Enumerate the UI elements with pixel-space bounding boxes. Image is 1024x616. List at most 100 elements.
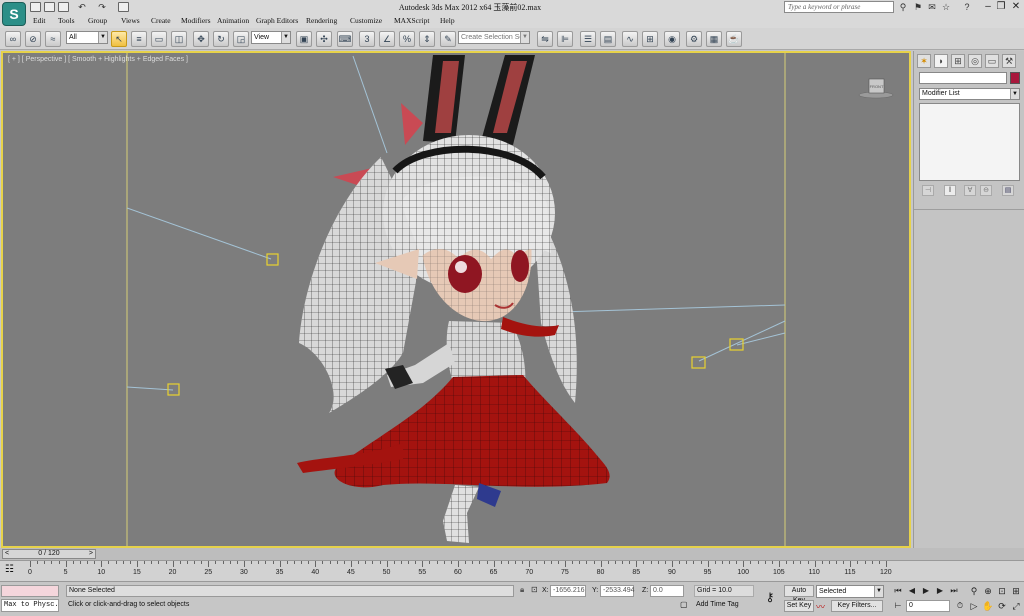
show-end-result-icon[interactable]: ‖ — [944, 185, 956, 196]
save-file-icon[interactable] — [58, 2, 69, 12]
mini-curve-editor-icon[interactable]: ☷ — [5, 564, 14, 575]
slider-next-icon[interactable]: > — [89, 550, 93, 558]
viewport-label[interactable]: [ + ] [ Perspective ] [ Smooth + Highlig… — [8, 56, 188, 63]
key-mode-toggle-icon[interactable]: ⊢ — [892, 600, 904, 611]
subscription-icon[interactable]: ⚑ — [912, 1, 924, 13]
select-and-move-icon[interactable]: ✥ — [193, 31, 209, 47]
modifier-list-dropdown[interactable]: Modifier List ▼ — [919, 88, 1020, 100]
schematic-view-icon[interactable]: ⊞ — [642, 31, 658, 47]
render-setup-icon[interactable]: ⚙ — [686, 31, 702, 47]
character-mesh[interactable] — [3, 53, 909, 546]
favorites-star-icon[interactable]: ☆ — [940, 1, 952, 13]
next-frame-icon[interactable]: ▶ — [934, 585, 946, 596]
keyboard-shortcut-override-icon[interactable]: ⌨ — [337, 31, 353, 47]
set-key-button[interactable]: Set Key — [784, 600, 814, 612]
time-tag-icon[interactable]: ▢ — [680, 600, 690, 612]
binoculars-icon[interactable]: ⚲ — [897, 1, 909, 13]
menu-modifiers[interactable]: Modifiers — [181, 16, 211, 25]
slider-prev-icon[interactable]: < — [5, 550, 9, 558]
select-and-rotate-icon[interactable]: ↻ — [213, 31, 229, 47]
snaps-toggle-icon[interactable]: 3 — [359, 31, 375, 47]
maxscript-listener-output[interactable]: Max to Physc. — [1, 599, 59, 612]
zoom-all-icon[interactable]: ⊕ — [982, 585, 994, 597]
help-icon[interactable]: ? — [961, 1, 973, 13]
motion-tab-icon[interactable]: ◎ — [968, 54, 982, 68]
menu-views[interactable]: Views — [121, 16, 140, 25]
pin-stack-icon[interactable]: ⊣ — [922, 185, 934, 196]
lock-selection-icon[interactable]: 🔒︎ — [520, 585, 530, 597]
z-coordinate-field[interactable]: 0.0 — [650, 585, 684, 597]
spinner-snap-icon[interactable]: ⇕ — [419, 31, 435, 47]
mirror-icon[interactable]: ⇋ — [537, 31, 553, 47]
communication-icon[interactable]: ✉ — [926, 1, 938, 13]
angle-snap-icon[interactable]: ∠ — [379, 31, 395, 47]
select-object-icon[interactable]: ↖ — [111, 31, 127, 47]
menu-create[interactable]: Create — [151, 16, 171, 25]
utilities-tab-icon[interactable]: ⚒ — [1002, 54, 1016, 68]
remove-modifier-icon[interactable]: ⊖ — [980, 185, 992, 196]
light-helper[interactable] — [266, 253, 279, 266]
y-coordinate-field[interactable]: -2533.494 — [600, 585, 635, 597]
time-slider-thumb[interactable]: < 0 / 120 > — [2, 549, 96, 559]
previous-frame-icon[interactable]: ◀ — [906, 585, 918, 596]
undo-icon[interactable]: ↶ — [76, 1, 88, 13]
align-icon[interactable]: ⊫ — [557, 31, 573, 47]
object-name-field[interactable] — [919, 72, 1007, 84]
curve-editor-icon[interactable]: ∿ — [622, 31, 638, 47]
search-input[interactable]: Type a keyword or phrase — [784, 1, 894, 13]
reference-coordinate-dropdown[interactable]: View ▼ — [251, 31, 291, 44]
hierarchy-tab-icon[interactable]: ⊞ — [951, 54, 965, 68]
unlink-icon[interactable]: ⊘ — [25, 31, 41, 47]
viewcube[interactable]: FRONT — [858, 77, 894, 99]
open-file-icon[interactable] — [44, 2, 55, 12]
menu-rendering[interactable]: Rendering — [306, 16, 337, 25]
key-icon[interactable]: ⚷ — [760, 588, 780, 606]
x-coordinate-field[interactable]: -1656.216 — [550, 585, 586, 597]
layer-manager-icon[interactable]: ☰ — [580, 31, 596, 47]
menu-tools[interactable]: Tools — [58, 16, 75, 25]
app-logo-icon[interactable]: S — [2, 2, 26, 26]
perspective-viewport[interactable]: [ + ] [ Perspective ] [ Smooth + Highlig… — [1, 51, 911, 548]
configure-modifier-sets-icon[interactable]: ▤ — [1002, 185, 1014, 196]
key-mode-dropdown[interactable]: Selected ▼ — [816, 585, 884, 598]
select-manipulate-icon[interactable]: ✣ — [316, 31, 332, 47]
modifier-stack[interactable] — [919, 103, 1020, 181]
orbit-icon[interactable]: ⟳ — [996, 600, 1008, 612]
time-slider[interactable]: < 0 / 120 > — [0, 548, 1024, 560]
menu-help[interactable]: Help — [440, 16, 455, 25]
add-time-tag-button[interactable]: Add Time Tag — [694, 600, 754, 612]
bind-space-warp-icon[interactable]: ≈ — [45, 31, 61, 47]
rendered-frame-window-icon[interactable]: ▦ — [706, 31, 722, 47]
edit-named-selection-icon[interactable]: ✎ — [440, 31, 456, 47]
field-of-view-icon[interactable]: ▷ — [968, 600, 980, 612]
play-icon[interactable]: ▶ — [920, 585, 932, 596]
zoom-icon[interactable]: ⚲ — [968, 585, 980, 597]
go-to-end-icon[interactable]: ⏭ — [948, 585, 960, 596]
auto-key-button[interactable]: Auto Key — [784, 585, 814, 604]
key-mode-curve-icon[interactable]: 〰 — [816, 600, 828, 612]
project-folder-icon[interactable] — [118, 2, 129, 12]
graphite-ribbon-icon[interactable]: ▤ — [600, 31, 616, 47]
absolute-mode-icon[interactable]: ⊡ — [531, 585, 541, 597]
window-crossing-icon[interactable]: ◫ — [171, 31, 187, 47]
selection-filter-dropdown[interactable]: All ▼ — [66, 31, 108, 44]
pivot-center-icon[interactable]: ▣ — [296, 31, 312, 47]
pan-hand-icon[interactable]: ✋ — [982, 600, 994, 612]
make-unique-icon[interactable]: ∀ — [964, 185, 976, 196]
display-tab-icon[interactable]: ▭ — [985, 54, 999, 68]
menu-animation[interactable]: Animation — [217, 16, 249, 25]
percent-snap-icon[interactable]: % — [399, 31, 415, 47]
modify-tab-icon[interactable]: ◗ — [934, 54, 948, 68]
zoom-extents-icon[interactable]: ⊡ — [996, 585, 1008, 597]
select-by-name-icon[interactable]: ≡ — [131, 31, 147, 47]
current-frame-field[interactable]: 0 — [906, 600, 950, 612]
new-file-icon[interactable] — [30, 2, 41, 12]
track-ruler[interactable]: 0 5 10 15 20 25 30 35 40 45 50 55 60 65 70 75 80 85 90 95 10… — [28, 561, 892, 583]
rectangular-selection-icon[interactable]: ▭ — [151, 31, 167, 47]
close-button[interactable]: ✕ — [1004, 0, 1024, 13]
material-editor-icon[interactable]: ◉ — [664, 31, 680, 47]
create-tab-icon[interactable]: ✶ — [917, 54, 931, 68]
menu-group[interactable]: Group — [88, 16, 107, 25]
key-filters-button[interactable]: Key Filters... — [831, 600, 883, 612]
select-and-scale-icon[interactable]: ◲ — [233, 31, 249, 47]
